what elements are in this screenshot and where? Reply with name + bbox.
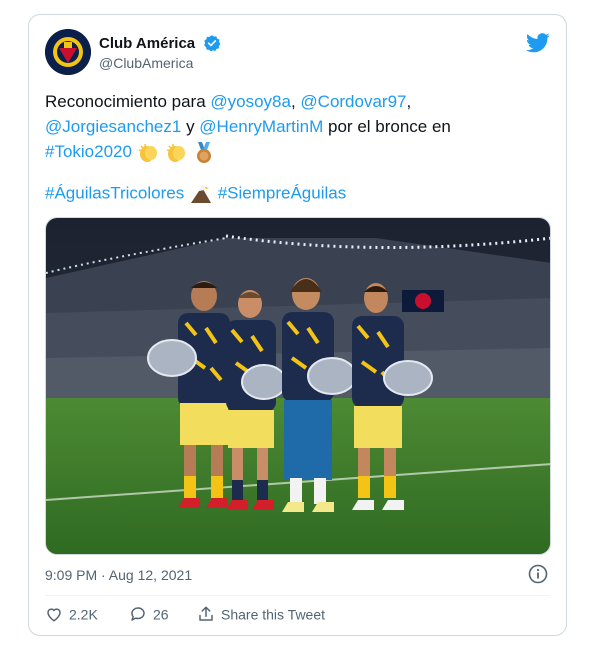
display-name[interactable]: Club América — [99, 35, 195, 52]
divider — [45, 595, 550, 596]
like-count: 2.2K — [69, 606, 98, 623]
tweet-text-part: por el bronce en — [323, 117, 451, 136]
clapping-hands-icon — [138, 143, 157, 162]
hashtag-link[interactable]: #SiempreÁguilas — [218, 183, 347, 202]
mention-link[interactable]: @Jorgiesanchez1 — [45, 117, 181, 136]
eagle-icon — [190, 185, 211, 203]
hashtag-link[interactable]: #Tokio2020 — [45, 142, 132, 161]
share-icon — [199, 606, 213, 622]
tweet-text-part: y — [181, 117, 200, 136]
mention-link[interactable]: @yosoy8a — [210, 92, 291, 111]
like-button[interactable]: 2.2K — [45, 605, 98, 623]
twitter-bird-icon[interactable] — [526, 32, 550, 54]
heart-icon — [47, 608, 61, 622]
avatar[interactable] — [45, 29, 91, 75]
account-names: Club América @ClubAmerica — [99, 34, 221, 71]
clapping-hands-icon — [167, 143, 186, 162]
tweet-photo[interactable] — [45, 217, 551, 555]
mention-link[interactable]: @HenryMartinM — [199, 117, 323, 136]
tweet-text-part: Reconocimiento para — [45, 92, 211, 111]
info-icon[interactable] — [528, 564, 548, 584]
share-button[interactable]: Share this Tweet — [197, 605, 325, 623]
hashtag-link[interactable]: #ÁguilasTricolores — [45, 183, 184, 202]
tweet-card: Club América @ClubAmerica Reconocimiento… — [28, 14, 567, 636]
team-photo-image — [46, 218, 550, 554]
reply-icon — [131, 607, 145, 622]
account-handle[interactable]: @ClubAmerica — [99, 55, 221, 71]
tweet-timestamp[interactable]: 9:09 PM · Aug 12, 2021 — [45, 567, 192, 583]
tweet-separator: , — [406, 92, 412, 111]
reply-button[interactable]: 26 — [129, 605, 169, 623]
hashtag-line: #ÁguilasTricolores #SiempreÁguilas — [45, 183, 346, 205]
mention-link[interactable]: @Cordovar97 — [300, 92, 406, 111]
reply-count: 26 — [153, 606, 169, 623]
tweet-text: Reconocimiento para @yosoy8a, @Cordovar9… — [45, 89, 545, 164]
tweet-separator: , — [290, 92, 301, 111]
share-label: Share this Tweet — [221, 606, 326, 623]
bronze-medal-icon — [197, 141, 212, 163]
verified-badge-icon — [203, 35, 221, 52]
